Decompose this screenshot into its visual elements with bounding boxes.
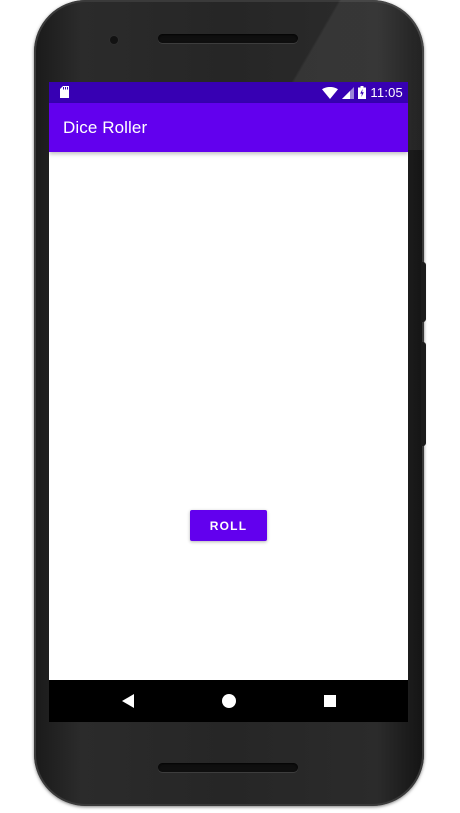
roll-button[interactable]: ROLL [190,510,267,541]
nav-recents-button[interactable] [319,690,341,712]
wifi-icon [322,86,339,99]
home-icon [222,694,236,708]
status-icons: 11:05 [322,84,403,101]
cell-signal-icon [342,86,355,99]
nav-home-button[interactable] [218,690,240,712]
volume-button [421,342,426,446]
status-time: 11:05 [370,85,403,100]
bottom-speaker [158,763,298,772]
top-speaker [158,34,298,43]
status-bar: 11:05 [49,82,408,103]
power-button [421,262,426,322]
app-bar: Dice Roller [49,103,408,152]
recents-icon [324,695,336,707]
nav-back-button[interactable] [117,690,139,712]
phone-screen: 11:05 Dice Roller ROLL [49,82,408,722]
front-camera [110,36,118,44]
battery-charging-icon [358,86,367,99]
navigation-bar [49,680,408,722]
app-title: Dice Roller [63,118,148,137]
sd-card-icon [60,86,69,98]
back-icon [121,694,134,708]
